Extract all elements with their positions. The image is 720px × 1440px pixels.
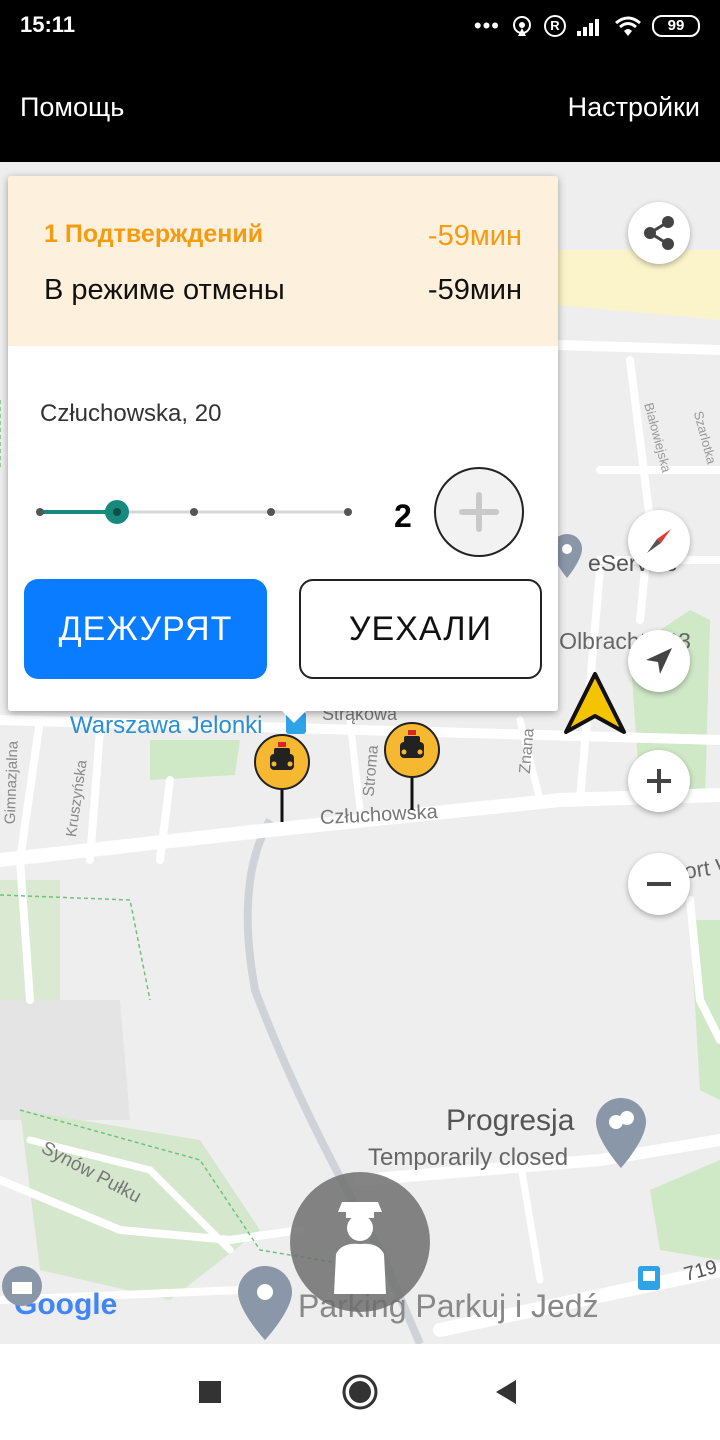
more-dots-icon: •••: [473, 13, 500, 38]
map-label-temporarily-closed: Temporarily closed: [368, 1144, 569, 1171]
help-link[interactable]: Помощь: [20, 92, 124, 123]
compass-button[interactable]: [628, 510, 690, 572]
settings-link[interactable]: Настройки: [568, 92, 700, 123]
wifi-icon: [615, 16, 641, 36]
taxi-marker-icon[interactable]: [252, 732, 312, 824]
recent-apps-button[interactable]: [162, 1344, 258, 1440]
driver-avatar-icon: [334, 1202, 386, 1294]
slider-tick: [344, 508, 352, 516]
count-slider[interactable]: [36, 496, 352, 528]
bank-pin-icon: [2, 1266, 42, 1306]
map-label-gimnazjalna: Gimnazjalna: [1, 740, 22, 825]
battery-icon: 99: [652, 15, 700, 37]
top-toolbar: Помощь Настройки: [0, 52, 720, 162]
registered-icon: R: [544, 15, 566, 37]
increment-button[interactable]: [434, 467, 524, 557]
slider-thumb-center: [113, 508, 121, 516]
status-icons: ••• R 99: [474, 12, 700, 40]
navigation-arrow-icon: [646, 648, 672, 674]
card-pointer: [280, 709, 308, 723]
parking-pin-icon: [238, 1266, 292, 1340]
zoom-out-button[interactable]: [628, 853, 690, 915]
home-icon: [342, 1374, 378, 1410]
hotspot-icon: [513, 16, 531, 36]
status-time: 15:11: [20, 12, 76, 37]
cancel-mode-label: В режиме отмены: [44, 274, 285, 306]
slider-tick: [190, 508, 198, 516]
navigation-button[interactable]: [628, 630, 690, 692]
card-header: 1 Подтверждений -59мин В режиме отмены -…: [8, 176, 558, 346]
cancel-mode-time: -59мин: [427, 274, 522, 306]
confirmations-label: 1 Подтверждений: [44, 220, 264, 248]
compass-icon: [647, 529, 671, 553]
on-duty-button[interactable]: ДЕЖУРЯТ: [24, 579, 267, 679]
back-icon: [496, 1380, 516, 1404]
status-bar: 15:11 ••• R 99: [0, 0, 720, 52]
taxi-marker-icon[interactable]: [382, 720, 442, 812]
theater-pin-icon: [596, 1098, 646, 1168]
share-button[interactable]: [628, 202, 690, 264]
address-label: Człuchowska, 20: [40, 400, 222, 427]
zoom-in-button[interactable]: [628, 750, 690, 812]
home-button[interactable]: [312, 1344, 408, 1440]
plus-icon: [459, 492, 499, 532]
slider-tick: [267, 508, 275, 516]
driver-avatar-button[interactable]: [290, 1172, 430, 1312]
zoom-out-icon: [647, 882, 671, 886]
departed-button[interactable]: УЕХАЛИ: [299, 579, 542, 679]
map-label-station: Warszawa Jelonki: [70, 712, 263, 739]
count-value: 2: [394, 498, 412, 534]
my-location-arrow-icon: [564, 672, 626, 734]
bus-stop-icon: [638, 1266, 660, 1290]
zoom-in-icon: [647, 769, 671, 793]
slider-tick: [36, 508, 44, 516]
confirmations-time: -59мин: [427, 220, 522, 252]
back-button[interactable]: [458, 1344, 554, 1440]
system-nav-bar: [0, 1344, 720, 1440]
signal-icon: [577, 19, 599, 36]
recent-apps-icon: [199, 1381, 221, 1403]
map-label-progresja: Progresja: [446, 1104, 575, 1137]
share-icon: [644, 216, 674, 250]
order-info-card: 1 Подтверждений -59мин В режиме отмены -…: [8, 176, 558, 723]
